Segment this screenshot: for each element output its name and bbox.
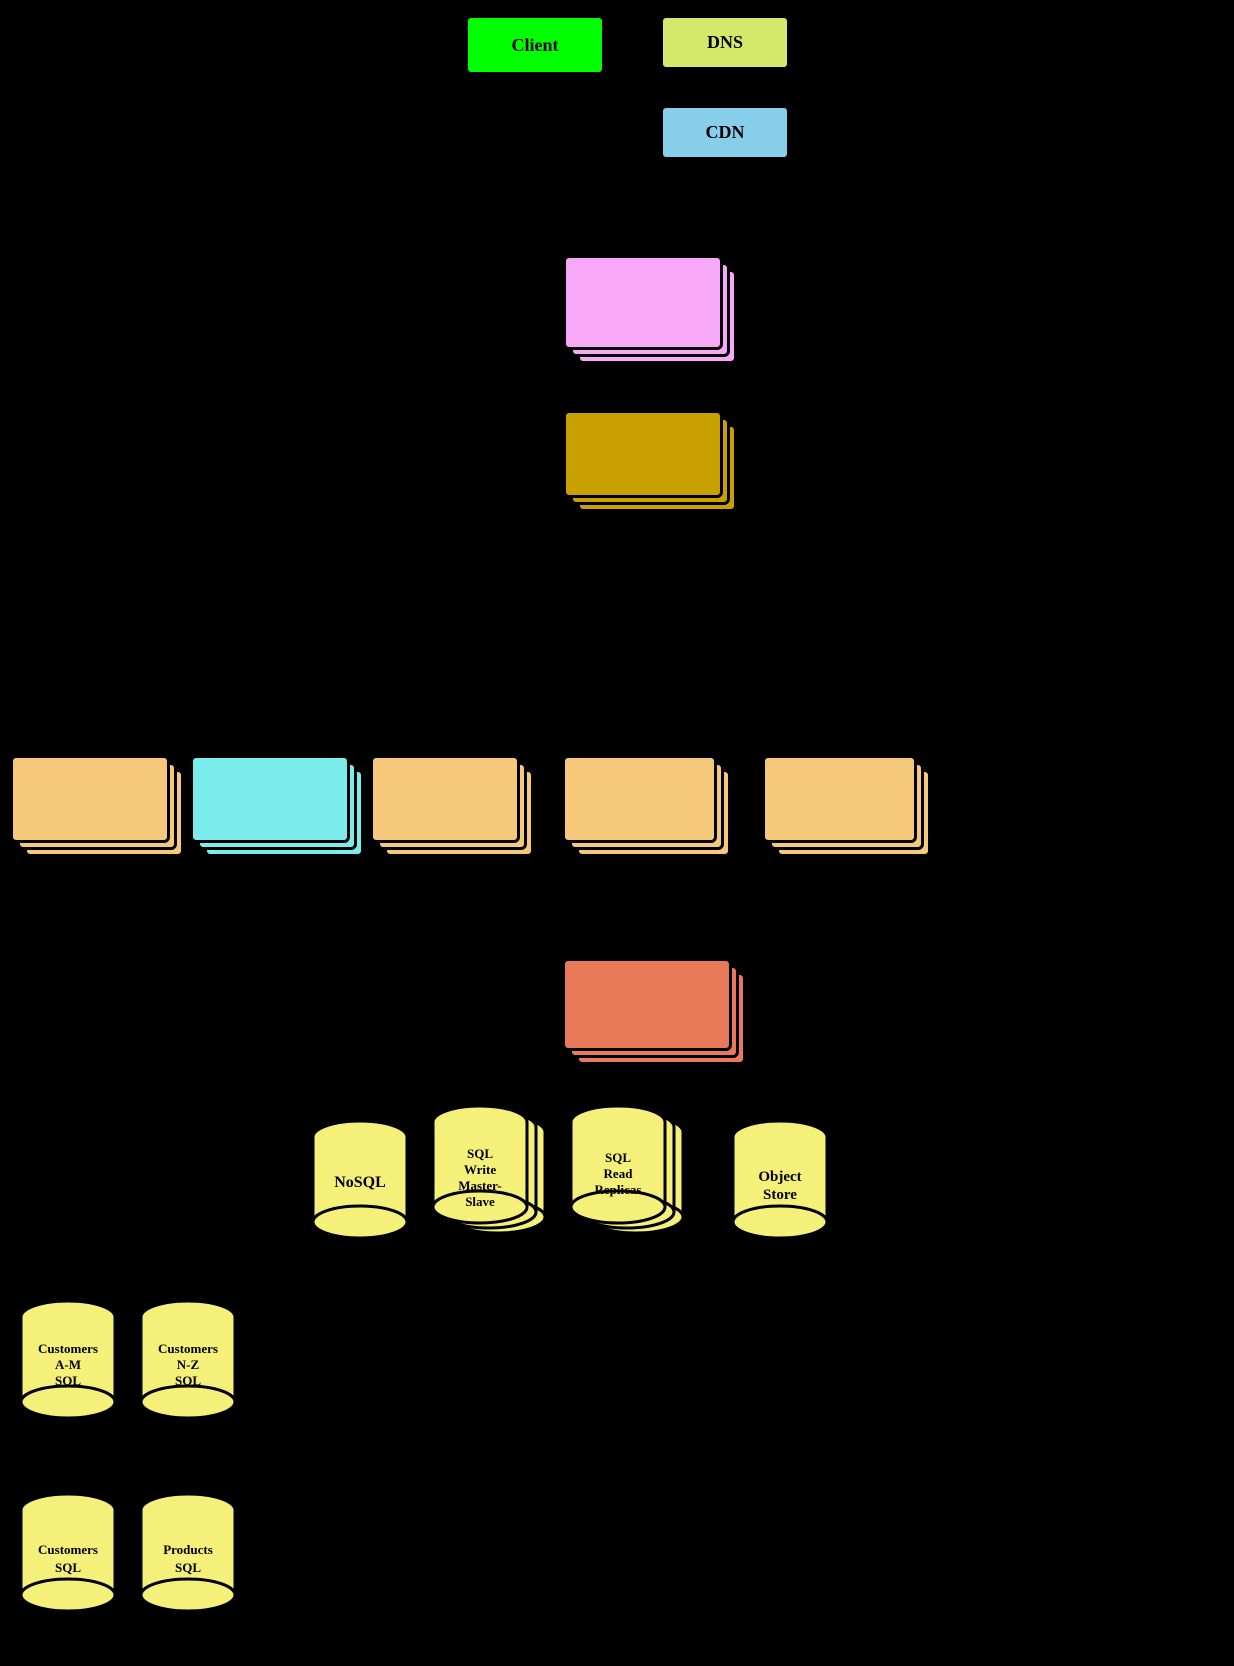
svg-text:A-M: A-M [55,1357,81,1372]
svg-text:SQL: SQL [467,1146,493,1161]
svg-text:Write: Write [464,1162,496,1177]
products-sql-cylinder: Products SQL [138,1488,243,1618]
object-store-cylinder: Object Store [730,1115,835,1245]
write-api-async-stack: Write APIAsync [370,755,545,860]
nosql-cylinder: NoSQL [310,1115,415,1245]
svg-text:SQL: SQL [605,1150,631,1165]
svg-text:SQL: SQL [175,1560,201,1575]
client-node: Client [465,15,605,75]
worker-service-stack: WorkerService [10,755,195,860]
svg-text:Customers: Customers [38,1542,98,1557]
customers-am-cylinder: Customers A-M SQL [18,1295,123,1425]
products-sql-db: Products SQL [138,1488,243,1623]
load-balancer-stack: Load Balancer [563,255,748,365]
customers-sql-cylinder: Customers SQL [18,1488,123,1618]
nosql-db: NoSQL [310,1115,415,1250]
svg-text:Master-: Master- [458,1178,502,1193]
svg-text:Replicas: Replicas [595,1182,642,1197]
web-server-stack: Web Server [563,410,748,515]
customers-nz-cylinder: Customers N-Z SQL [138,1295,243,1425]
memory-cache-stack: Memory Cache [562,958,762,1068]
sql-write-stack: SQL Write Master- Slave [430,1100,575,1250]
queue-stack: Queue [190,755,375,860]
svg-text:SQL: SQL [55,1373,81,1388]
svg-text:Slave: Slave [465,1194,495,1209]
read-api-stack: Read API [762,755,942,860]
dns-node: DNS [660,15,790,70]
sql-read-front-cylinder: SQL Read Replicas [568,1100,693,1240]
svg-text:Customers: Customers [158,1341,218,1356]
customers-am-db: Customers A-M SQL [18,1295,123,1430]
write-api-stack: Write API [562,755,742,860]
customers-nz-db: Customers N-Z SQL [138,1295,243,1430]
customers-sql-db: Customers SQL [18,1488,123,1623]
svg-text:Store: Store [763,1187,797,1203]
svg-text:SQL: SQL [175,1373,201,1388]
object-store-db: Object Store [730,1115,835,1250]
sql-read-stack: SQL Read Replicas [568,1100,713,1250]
sql-write-front-cylinder: SQL Write Master- Slave [430,1100,555,1240]
svg-text:Object: Object [758,1169,801,1185]
cdn-node: CDN [660,105,790,160]
svg-text:N-Z: N-Z [177,1357,200,1372]
svg-text:Customers: Customers [38,1341,98,1356]
svg-text:Products: Products [163,1542,213,1557]
svg-text:SQL: SQL [55,1560,81,1575]
svg-text:NoSQL: NoSQL [334,1174,386,1191]
svg-text:Read: Read [604,1166,634,1181]
